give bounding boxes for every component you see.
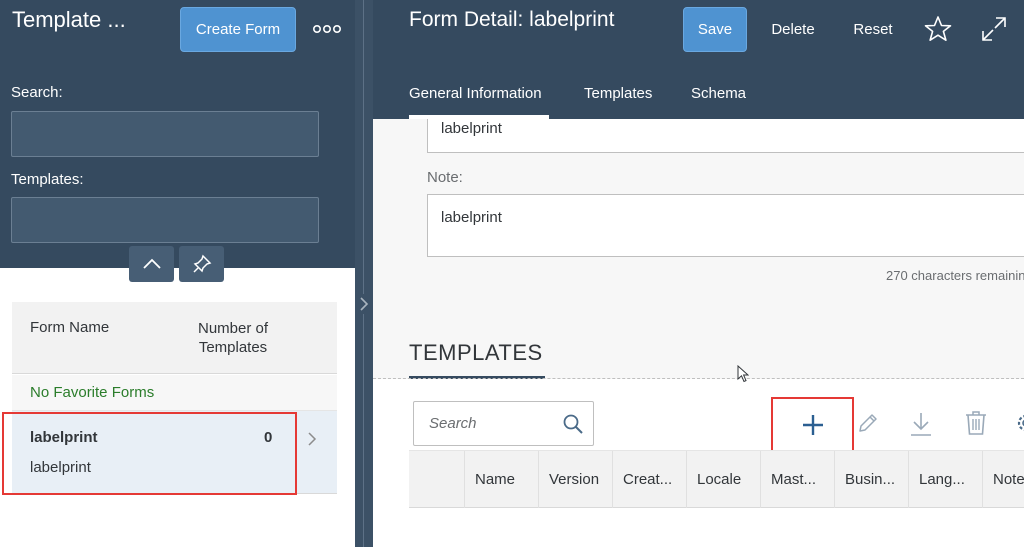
- collapse-header-button[interactable]: [129, 246, 174, 282]
- detail-title: Form Detail: labelprint: [409, 8, 615, 31]
- pane-splitter[interactable]: [355, 0, 373, 547]
- column-header-version[interactable]: Version: [538, 451, 612, 508]
- tab-templates[interactable]: Templates: [584, 85, 652, 102]
- templates-search-placeholder: Search: [429, 415, 477, 432]
- save-button[interactable]: Save: [683, 7, 747, 52]
- chevron-right-icon: [360, 297, 369, 311]
- fullscreen-icon[interactable]: [980, 15, 1008, 43]
- note-textarea-value: labelprint: [441, 209, 502, 226]
- column-header-master[interactable]: Mast...: [760, 451, 834, 508]
- trash-icon[interactable]: [963, 409, 989, 437]
- tab-schema[interactable]: Schema: [691, 85, 746, 102]
- gear-icon[interactable]: [1014, 410, 1024, 436]
- master-header: Template ... Create Form Search: Templat…: [0, 0, 355, 268]
- chevron-up-icon: [142, 258, 161, 269]
- create-form-button[interactable]: Create Form: [180, 7, 296, 52]
- more-options-icon[interactable]: [312, 20, 342, 38]
- delete-button[interactable]: Delete: [758, 7, 828, 52]
- templates-search-field[interactable]: Search: [413, 401, 594, 446]
- tab-general-information[interactable]: General Information: [409, 85, 542, 102]
- highlight-box-add-button: [771, 397, 854, 453]
- star-icon[interactable]: [924, 15, 952, 43]
- master-pane: Template ... Create Form Search: Templat…: [0, 0, 355, 547]
- templates-filter-label: Templates:: [11, 171, 84, 188]
- name-field-value: labelprint: [441, 120, 502, 137]
- list-header: Form Name Number of Templates: [12, 302, 337, 374]
- column-header-note[interactable]: Note: [982, 451, 1024, 508]
- templates-table-header: Name Version Creat... Locale Mast... Bus…: [409, 450, 1024, 508]
- name-field[interactable]: labelprint: [427, 119, 1024, 153]
- search-label: Search:: [11, 84, 63, 101]
- column-header-created[interactable]: Creat...: [612, 451, 686, 508]
- edit-icon[interactable]: [856, 411, 880, 435]
- note-label: Note:: [427, 169, 463, 186]
- character-counter: 270 characters remaining: [886, 268, 1024, 283]
- column-header-name[interactable]: Name: [464, 451, 538, 508]
- templates-filter-input[interactable]: [11, 197, 319, 243]
- reset-button[interactable]: Reset: [841, 7, 905, 52]
- note-textarea[interactable]: labelprint: [427, 194, 1024, 257]
- no-favorites-label: No Favorite Forms: [30, 384, 155, 401]
- column-header-business[interactable]: Busin...: [834, 451, 908, 508]
- expand-pane-button[interactable]: [357, 294, 371, 314]
- templates-table-body: [409, 508, 1024, 547]
- highlight-box-list-item: [2, 412, 297, 495]
- splitter-line: [363, 0, 364, 547]
- column-header-language[interactable]: Lang...: [908, 451, 982, 508]
- templates-section-title: TEMPLATES: [409, 340, 543, 365]
- column-header-locale[interactable]: Locale: [686, 451, 760, 508]
- pin-header-button[interactable]: [179, 246, 224, 282]
- pin-icon: [192, 254, 211, 273]
- no-favorites-group: No Favorite Forms: [12, 375, 337, 411]
- column-header-number-of-templates[interactable]: Number of Templates: [178, 319, 288, 357]
- search-input[interactable]: [11, 111, 319, 157]
- column-header-form-name[interactable]: Form Name: [30, 319, 109, 336]
- detail-header: Form Detail: labelprint Save Delete Rese…: [373, 0, 1024, 119]
- master-title: Template ...: [12, 7, 126, 32]
- download-icon[interactable]: [908, 410, 934, 438]
- chevron-right-icon: [308, 432, 317, 446]
- mouse-cursor-icon: [737, 365, 749, 383]
- search-icon[interactable]: [562, 413, 584, 435]
- row-selector-column[interactable]: [409, 451, 464, 508]
